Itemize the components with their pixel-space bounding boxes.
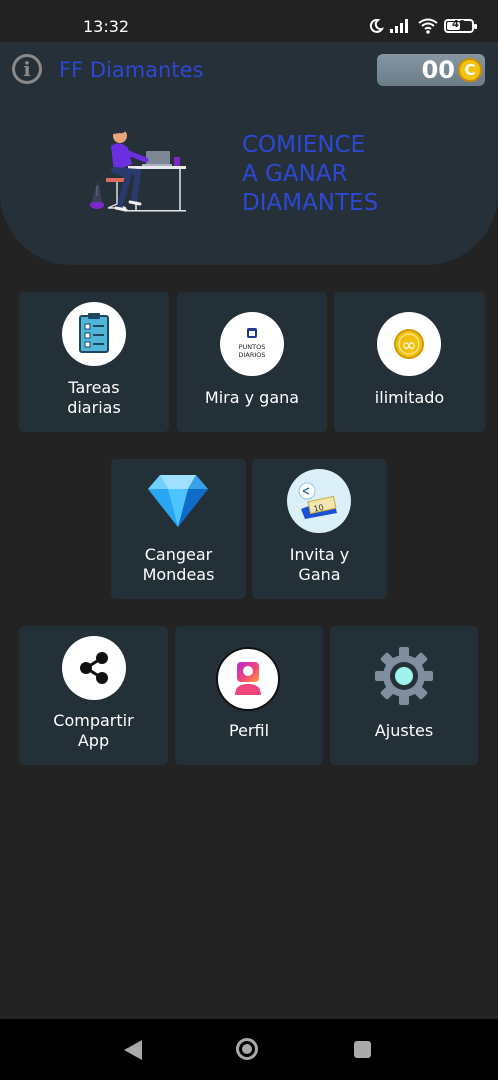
- system-nav-bar: [0, 1019, 498, 1080]
- menu-card-perfil[interactable]: Perfil: [175, 626, 323, 765]
- status-icons: 49: [368, 18, 477, 34]
- app-bar: i FF Diamantes 00 C: [0, 42, 498, 101]
- menu-card-label: Perfil: [228, 721, 270, 740]
- gear-icon: [375, 647, 433, 705]
- menu-card-label: Invita y Gana: [289, 545, 350, 584]
- diamond-icon: [148, 475, 208, 527]
- back-icon[interactable]: [124, 1040, 142, 1060]
- share-icon: [62, 636, 126, 700]
- puntos-diarios-icon: PUNTOS DIARIOS: [220, 312, 284, 376]
- menu-card-ajustes[interactable]: Ajustes: [330, 626, 478, 765]
- battery-level: 49: [452, 19, 466, 30]
- coin-count: 00: [421, 56, 455, 84]
- status-bar: 13:32 49: [0, 0, 498, 42]
- clipboard-icon: [62, 302, 126, 366]
- menu-card-label: Cangear Mondeas: [142, 545, 215, 584]
- banner-line-1: COMIENCE: [242, 132, 366, 158]
- wifi-icon: [418, 18, 438, 34]
- coin-icon: C: [458, 58, 482, 82]
- battery-icon: 49: [444, 19, 477, 33]
- infinity-symbol: ∞: [402, 335, 417, 356]
- hero-banner: COMIENCE A GANAR DIAMANTES: [0, 100, 498, 265]
- signal-icon: [390, 19, 408, 33]
- profile-icon: [216, 647, 280, 711]
- menu-card-cangear-mondeas[interactable]: Cangear Mondeas: [111, 459, 246, 599]
- puntos-text: PUNTOS: [239, 343, 266, 351]
- infinity-coin-icon: ∞: [377, 312, 441, 376]
- menu-card-mira-y-gana[interactable]: PUNTOS DIARIOS Mira y gana: [177, 292, 327, 432]
- coin-balance: 00 C: [377, 54, 485, 86]
- menu-card-invita-y-gana[interactable]: 10 Invita y Gana: [252, 459, 387, 599]
- home-icon[interactable]: [236, 1038, 258, 1060]
- banner-line-2: A GANAR: [242, 161, 348, 187]
- diarios-text: DIARIOS: [238, 351, 265, 359]
- menu-card-label: Mira y gana: [204, 388, 300, 407]
- person-at-desk-illustration: [90, 128, 186, 212]
- recent-apps-icon[interactable]: [354, 1041, 371, 1058]
- menu-card-label: Ajustes: [374, 721, 434, 740]
- menu-card-compartir-app[interactable]: Compartir App: [19, 626, 168, 765]
- invite-ticket-icon: 10: [287, 469, 351, 533]
- status-time: 13:32: [83, 17, 130, 36]
- menu-card-label: Tareas diarias: [67, 378, 121, 417]
- banner-text: COMIENCE A GANAR DIAMANTES: [242, 131, 378, 218]
- moon-icon: [369, 18, 384, 33]
- app-title: FF Diamantes: [59, 58, 204, 82]
- menu-card-label: ilimitado: [374, 388, 445, 407]
- info-icon[interactable]: i: [12, 54, 42, 84]
- menu-card-ilimitado[interactable]: ∞ ilimitado: [334, 292, 485, 432]
- menu-card-tareas-diarias[interactable]: Tareas diarias: [19, 292, 169, 432]
- menu-card-label: Compartir App: [53, 711, 134, 750]
- banner-line-3: DIAMANTES: [242, 190, 379, 216]
